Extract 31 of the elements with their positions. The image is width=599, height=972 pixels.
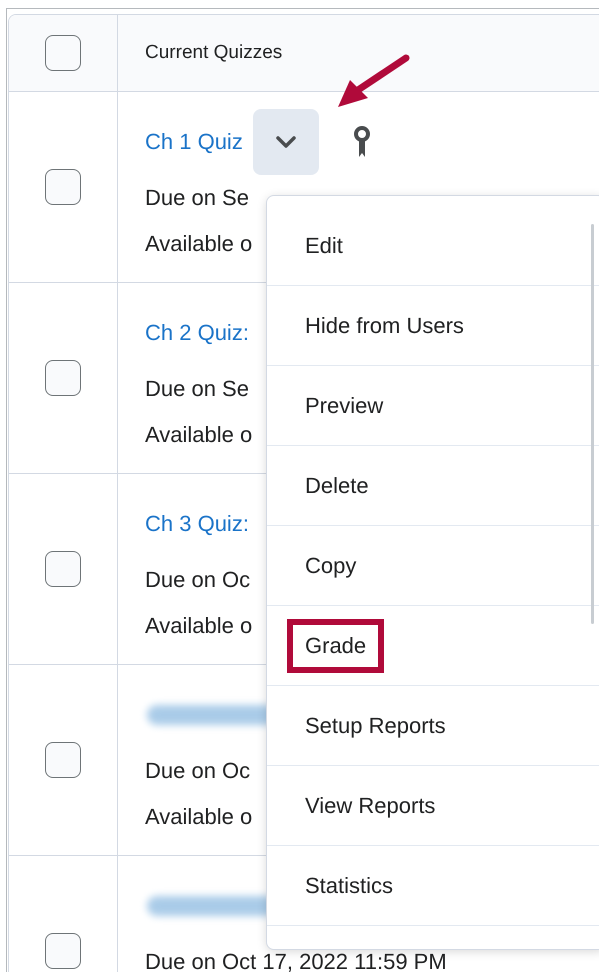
due-date: Due on Se [145,375,249,403]
availability: Available o [145,230,252,258]
menu-item[interactable]: Edit [287,218,361,272]
row-checkbox[interactable] [45,551,81,587]
menu-item[interactable]: Hide from Users [287,298,482,352]
due-date: Due on Oc [145,757,250,785]
row-checkbox[interactable] [45,742,81,778]
menu-item[interactable]: Copy [287,538,374,592]
menu-item[interactable]: Delete [287,458,387,512]
menu-item[interactable]: Preview [287,378,402,432]
actions-dropdown-button[interactable] [252,109,319,175]
availability: Available o [145,612,252,640]
menu-item[interactable]: Statistics [287,858,412,912]
menu-item[interactable]: Grade [287,618,384,672]
select-all-checkbox[interactable] [45,35,81,71]
due-date: Due on Se [145,184,249,212]
availability: Available o [145,803,252,831]
menu-item[interactable]: View Reports [287,778,454,832]
row-checkbox[interactable] [45,169,81,205]
column-header: Current Quizzes [145,42,282,64]
chevron-down-icon [274,135,297,149]
quiz-link[interactable]: Ch 2 Quiz: [145,320,249,346]
quiz-link[interactable]: Ch 3 Quiz: [145,511,249,537]
availability: Available o [145,421,252,449]
due-date: Due on Oct 17, 2022 11:59 PM [145,948,447,972]
due-date: Due on Oc [145,566,250,594]
quiz-link[interactable]: Ch 1 Quiz [145,129,243,155]
row-checkbox[interactable] [45,360,81,396]
menu-item[interactable]: Setup Reports [287,698,464,752]
scrollbar[interactable] [591,224,594,624]
row-checkbox[interactable] [45,933,81,969]
